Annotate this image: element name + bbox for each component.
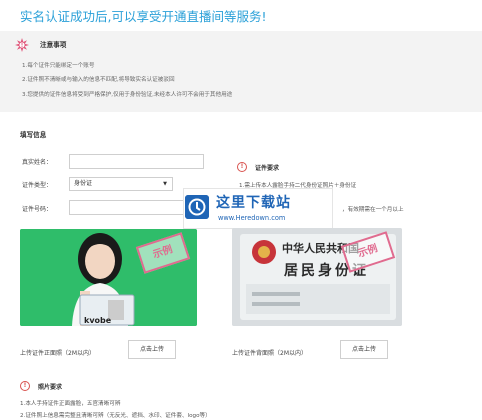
upload-front-label: 上传证件正面照（2M以内）	[20, 350, 95, 357]
requirements-title: 证件要求	[255, 165, 280, 172]
upload-back-label: 上传证件背面照（2M以内）	[232, 350, 307, 357]
sample-photo-handheld: kvobe 示例	[20, 229, 197, 326]
notice-panel	[0, 31, 482, 112]
photo-requirements-title: 照片要求	[38, 384, 63, 391]
page-title: 实名认证成功后,可以享受开通直播间等服务!	[20, 9, 267, 24]
notice-line-2: 2.证件照不清晰或与输入的信息不匹配,将导致实名认证被驳回	[22, 77, 175, 83]
svg-text:kvobe: kvobe	[84, 316, 112, 325]
watermark-url: www.Heredown.com	[218, 214, 286, 222]
photo-requirements-line-2: 2.证件照上信息需完整且清晰可辨（无反光、遮挡、水印、证件套、logo等）	[20, 413, 211, 419]
id-type-select[interactable]: 身份证 ▼	[69, 177, 173, 191]
id-type-selected-value: 身份证	[74, 180, 93, 187]
notice-line-3: 3.您提供的证件信息将受到严格保护,仅用于身份验证,未经本人许可不会用于其他用途	[22, 92, 233, 98]
upload-front-button[interactable]: 点击上传	[128, 340, 176, 359]
id-type-label: 证件类型：	[22, 182, 53, 189]
watermark-title: 这里下载站	[216, 195, 291, 211]
sample-photo-id-back: 中华人民共和国 居民身份证 示例	[232, 228, 402, 326]
id-number-label: 证件号码：	[22, 206, 53, 213]
alert-circle-icon: !	[237, 162, 247, 172]
real-name-input[interactable]	[69, 154, 204, 169]
upload-back-button[interactable]: 点击上传	[340, 340, 388, 359]
real-name-label: 真实姓名：	[22, 159, 53, 166]
notice-title: 注意事项	[40, 41, 67, 49]
chevron-down-icon: ▼	[163, 181, 167, 187]
photo-requirements-line-1: 1.本人手持证件正面露脸，五官清晰可辨	[20, 401, 121, 407]
alert-circle-icon-2: !	[20, 381, 30, 391]
gear-warning-icon: !	[15, 38, 29, 52]
notice-line-1: 1.每个证件只能绑定一个账号	[22, 63, 95, 69]
svg-text:!: !	[21, 43, 23, 49]
site-logo-icon	[185, 195, 209, 219]
requirements-line-3: ，有效期需在一个月以上	[342, 207, 404, 213]
section-title-fill-info: 填写信息	[20, 131, 47, 139]
